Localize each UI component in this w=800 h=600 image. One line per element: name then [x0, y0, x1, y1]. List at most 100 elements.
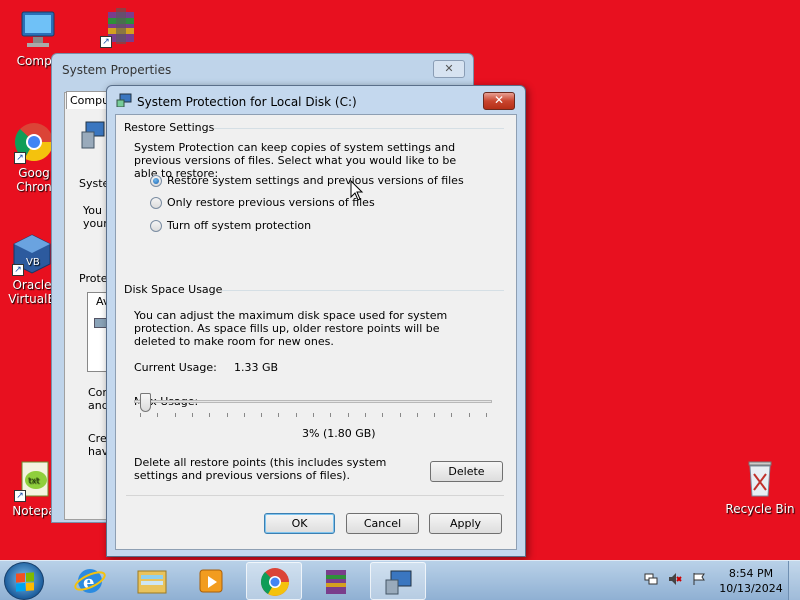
- radio-label: Turn off system protection: [167, 219, 312, 232]
- radio-label: Restore system settings and previous ver…: [167, 174, 464, 187]
- slider-tick: [330, 413, 332, 417]
- shortcut-arrow-icon: ↗: [12, 264, 24, 276]
- close-button[interactable]: ✕: [483, 92, 515, 110]
- taskbar-winrar[interactable]: [308, 562, 364, 600]
- title-bar[interactable]: System Protection for Local Disk (C:) ✕: [107, 86, 525, 114]
- window-title: System Properties: [62, 63, 172, 77]
- cancel-label: Cancel: [363, 517, 402, 530]
- text-fragment: Crea: [88, 432, 106, 445]
- text-fragment: Con: [88, 386, 106, 399]
- recycle-bin-icon: [738, 456, 782, 500]
- taskbar-file-explorer[interactable]: [124, 562, 180, 600]
- slider-tick: [209, 413, 211, 417]
- chrome-icon: [260, 568, 289, 596]
- taskbar-chrome[interactable]: [246, 562, 302, 600]
- windows-logo-icon: [16, 572, 34, 592]
- group-divider: [210, 128, 504, 129]
- current-usage-label: Current Usage:: [134, 361, 217, 374]
- shortcut-arrow-icon: ↗: [100, 36, 112, 48]
- internet-explorer-icon: e: [74, 569, 106, 593]
- taskbar-system-properties[interactable]: [370, 562, 426, 600]
- disk-space-description: You can adjust the maximum disk space us…: [134, 309, 448, 348]
- text-fragment: hav: [88, 445, 106, 458]
- system-protection-icon: [116, 93, 132, 108]
- taskbar-media-player[interactable]: [184, 562, 240, 600]
- group-divider: [214, 290, 504, 291]
- radio-label: Only restore previous versions of files: [167, 196, 375, 209]
- desktop-icon-recycle-bin[interactable]: Recycle Bin: [724, 456, 796, 516]
- max-usage-readout: 3% (1.80 GB): [302, 427, 376, 440]
- current-usage-value: 1.33 GB: [234, 361, 279, 374]
- action-center-flag-icon[interactable]: [692, 572, 706, 586]
- delete-button[interactable]: Delete: [430, 461, 503, 482]
- close-icon: ✕: [493, 93, 505, 107]
- radio-unselected-icon: [150, 219, 162, 232]
- slider-tick: [174, 413, 176, 417]
- restore-settings-heading: Restore Settings: [124, 121, 215, 134]
- show-desktop-button[interactable]: [788, 561, 800, 600]
- delete-description: Delete all restore points (this includes…: [134, 456, 387, 482]
- start-button[interactable]: [4, 562, 44, 600]
- slider-tick: [486, 413, 487, 417]
- virtualbox-icon: VB ↗: [10, 232, 54, 276]
- radio-selected-icon: [150, 174, 162, 187]
- taskbar-internet-explorer[interactable]: e: [62, 562, 118, 600]
- delete-label: Delete: [448, 465, 485, 478]
- cancel-button[interactable]: Cancel: [346, 513, 419, 534]
- winrar-icon: [326, 570, 346, 594]
- apply-button[interactable]: Apply: [429, 513, 502, 534]
- notepad-icon: txt ↗: [12, 458, 56, 502]
- slider-tick: [399, 413, 401, 417]
- network-icon[interactable]: [644, 572, 658, 586]
- shortcut-arrow-icon: ↗: [14, 152, 26, 164]
- radio-restore-files-only[interactable]: Only restore previous versions of files: [150, 196, 375, 209]
- text-fragment: your: [83, 217, 106, 230]
- slider-tick: [243, 413, 245, 417]
- mouse-cursor-icon: [350, 179, 364, 205]
- svg-text:VB: VB: [26, 257, 40, 268]
- dialog-title: System Protection for Local Disk (C:): [137, 95, 357, 109]
- file-explorer-icon: [137, 570, 167, 594]
- text-fragment: and: [88, 399, 106, 412]
- winrar-icon: ↗: [98, 4, 142, 48]
- slider-tick: [347, 413, 349, 417]
- computer-icon: [16, 8, 60, 52]
- ok-button[interactable]: OK: [264, 513, 335, 534]
- slider-tick: [140, 413, 141, 417]
- slider-tick: [226, 413, 228, 417]
- slider-tick: [434, 413, 436, 417]
- clock-time: 8:54 PM: [728, 567, 774, 580]
- radio-turn-off-protection[interactable]: Turn off system protection: [150, 219, 311, 232]
- separator: [126, 495, 504, 496]
- max-usage-slider-thumb[interactable]: [139, 393, 151, 412]
- ok-label: OK: [291, 517, 308, 530]
- slider-tick: [416, 413, 418, 417]
- max-usage-slider-track[interactable]: [134, 400, 492, 403]
- slider-tick: [261, 413, 263, 417]
- shortcut-arrow-icon: ↗: [14, 490, 26, 502]
- slider-tick: [295, 413, 297, 417]
- clock-date: 10/13/2024: [719, 582, 783, 595]
- tab-computer-name[interactable]: Comput: [66, 91, 110, 109]
- apply-label: Apply: [449, 517, 482, 530]
- text-fragment: You c: [83, 204, 106, 217]
- text-fragment: Syster: [79, 177, 106, 190]
- volume-muted-icon[interactable]: [668, 572, 682, 586]
- radio-restore-settings-and-files[interactable]: Restore system settings and previous ver…: [150, 174, 464, 187]
- taskbar-clock[interactable]: 8:54 PM 10/13/2024: [716, 566, 786, 596]
- close-icon: ✕: [444, 62, 454, 75]
- desktop-icon-winrar[interactable]: ↗: [88, 4, 152, 50]
- desktop-icon-label: Recycle Bin: [725, 502, 795, 516]
- slider-tick: [157, 413, 159, 417]
- text-fragment: Protec: [79, 272, 106, 285]
- slider-tick: [364, 413, 366, 417]
- system-properties-icon: [385, 570, 412, 595]
- chrome-icon: ↗: [12, 120, 56, 164]
- slider-tick: [468, 413, 470, 417]
- slider-tick: [451, 413, 453, 417]
- media-player-icon: [199, 569, 223, 593]
- close-button[interactable]: ✕: [433, 60, 465, 78]
- slider-tick: [191, 413, 193, 417]
- slider-tick: [382, 413, 384, 417]
- slider-tick: [278, 413, 280, 417]
